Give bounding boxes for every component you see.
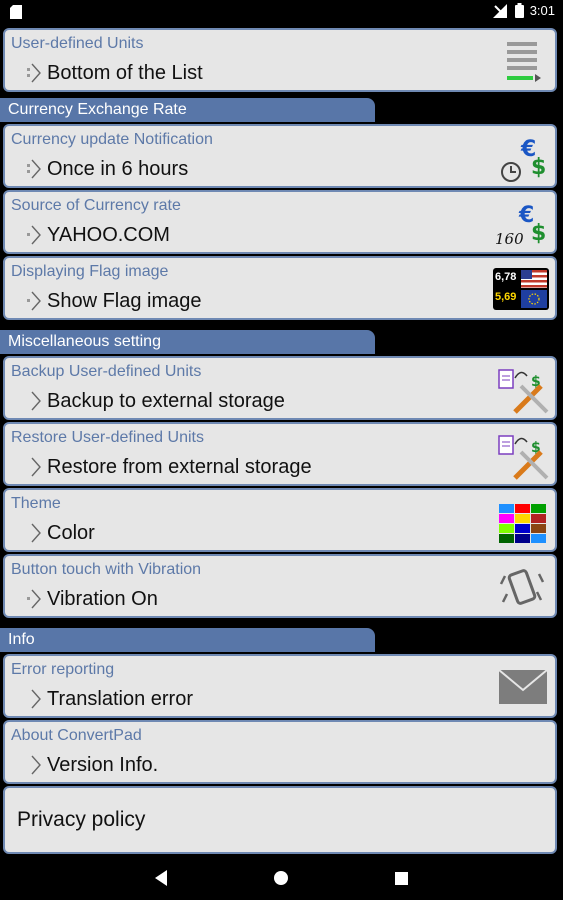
- dropdown-arrow-icon: [31, 689, 41, 709]
- currency-source-icon: € $ 160: [495, 200, 549, 248]
- envelope-icon: [498, 669, 548, 704]
- setting-backup[interactable]: Backup User-defined Units Backup to exte…: [3, 356, 557, 420]
- palette-swatch: [515, 504, 530, 513]
- setting-title: Theme: [11, 495, 61, 512]
- dropdown-arrow-icon: [27, 291, 41, 311]
- palette-swatch: [515, 524, 530, 533]
- flag-image-icon: 6,78 5,69: [493, 268, 549, 310]
- setting-value: Show Flag image: [47, 290, 202, 312]
- dropdown-arrow-icon: [31, 755, 41, 775]
- setting-title: Button touch with Vibration: [11, 561, 202, 578]
- palette-swatch: [531, 514, 546, 523]
- list-bottom-icon: [507, 42, 541, 82]
- dropdown-arrow-icon: [27, 589, 41, 609]
- svg-text:$: $: [531, 155, 546, 180]
- setting-value: Vibration On: [47, 588, 158, 610]
- battery-icon: [514, 3, 524, 18]
- setting-flag-image[interactable]: Displaying Flag image Show Flag image 6,…: [3, 256, 557, 320]
- sd-card-icon: [10, 5, 22, 19]
- setting-currency-source[interactable]: Source of Currency rate YAHOO.COM € $ 16…: [3, 190, 557, 254]
- palette-swatch: [499, 534, 514, 543]
- privacy-policy-label: Privacy policy: [17, 808, 146, 831]
- clock-currency-icon: € $: [501, 137, 546, 182]
- setting-about[interactable]: About ConvertPad Version Info.: [3, 720, 557, 784]
- vibration-icon: [499, 569, 545, 605]
- source-count-label: 160: [495, 230, 524, 248]
- section-header-misc: Miscellaneous setting: [0, 330, 375, 354]
- svg-text:$: $: [531, 221, 546, 246]
- setting-currency-notification[interactable]: Currency update Notification Once in 6 h…: [3, 124, 557, 188]
- settings-list[interactable]: User-defined Units Bottom of the List Cu…: [0, 24, 563, 856]
- palette-swatch: [531, 504, 546, 513]
- dropdown-arrow-icon: [31, 391, 41, 411]
- dropdown-arrow-icon: [31, 523, 41, 543]
- setting-value: Backup to external storage: [47, 390, 285, 412]
- palette-swatch: [499, 514, 514, 523]
- setting-title: Currency update Notification: [11, 131, 213, 148]
- section-header-currency: Currency Exchange Rate: [0, 98, 375, 122]
- rate-label-bottom: 5,69: [495, 291, 517, 303]
- setting-title: Error reporting: [11, 661, 115, 678]
- recents-icon[interactable]: [391, 868, 411, 888]
- setting-title: Displaying Flag image: [11, 263, 169, 280]
- dropdown-arrow-icon: [31, 457, 41, 477]
- palette-swatch: [499, 504, 514, 513]
- backup-tools-icon: $: [498, 369, 549, 414]
- status-time: 3:01: [529, 3, 555, 18]
- palette-swatch: [515, 514, 530, 523]
- setting-title: About ConvertPad: [11, 727, 142, 744]
- setting-value: Translation error: [47, 688, 193, 710]
- color-palette-icon: [499, 504, 546, 543]
- setting-value: Once in 6 hours: [47, 158, 189, 180]
- dropdown-arrow-icon: [27, 159, 41, 179]
- setting-title: User-defined Units: [11, 35, 144, 52]
- setting-value: Restore from external storage: [47, 456, 312, 478]
- setting-value: Bottom of the List: [47, 62, 203, 84]
- setting-value: YAHOO.COM: [47, 224, 170, 246]
- setting-error-reporting[interactable]: Error reporting Translation error: [3, 654, 557, 718]
- us-flag-icon: [521, 270, 547, 288]
- signal-icon: [492, 3, 507, 18]
- setting-title: Backup User-defined Units: [11, 363, 202, 380]
- eu-flag-icon: [521, 290, 547, 308]
- setting-title: Restore User-defined Units: [11, 429, 204, 446]
- home-icon[interactable]: [271, 868, 291, 888]
- palette-swatch: [531, 534, 546, 543]
- privacy-policy-item[interactable]: Privacy policy: [3, 786, 557, 854]
- setting-title: Source of Currency rate: [11, 197, 181, 214]
- setting-user-defined-units[interactable]: User-defined Units Bottom of the List: [3, 28, 557, 92]
- setting-restore[interactable]: Restore User-defined Units Restore from …: [3, 422, 557, 486]
- dropdown-arrow-icon: [27, 63, 41, 83]
- palette-swatch: [531, 524, 546, 533]
- setting-value: Version Info.: [47, 754, 159, 776]
- navigation-bar: [0, 856, 563, 900]
- back-icon[interactable]: [152, 868, 172, 888]
- status-bar: 3:01: [0, 0, 563, 24]
- dropdown-arrow-icon: [27, 225, 41, 245]
- setting-value: Color: [47, 522, 95, 544]
- setting-vibration[interactable]: Button touch with Vibration Vibration On: [3, 554, 557, 618]
- palette-swatch: [499, 524, 514, 533]
- palette-swatch: [515, 534, 530, 543]
- setting-theme[interactable]: Theme Color: [3, 488, 557, 552]
- section-header-info: Info: [0, 628, 375, 652]
- restore-tools-icon: $: [498, 435, 549, 480]
- rate-label-top: 6,78: [495, 271, 517, 283]
